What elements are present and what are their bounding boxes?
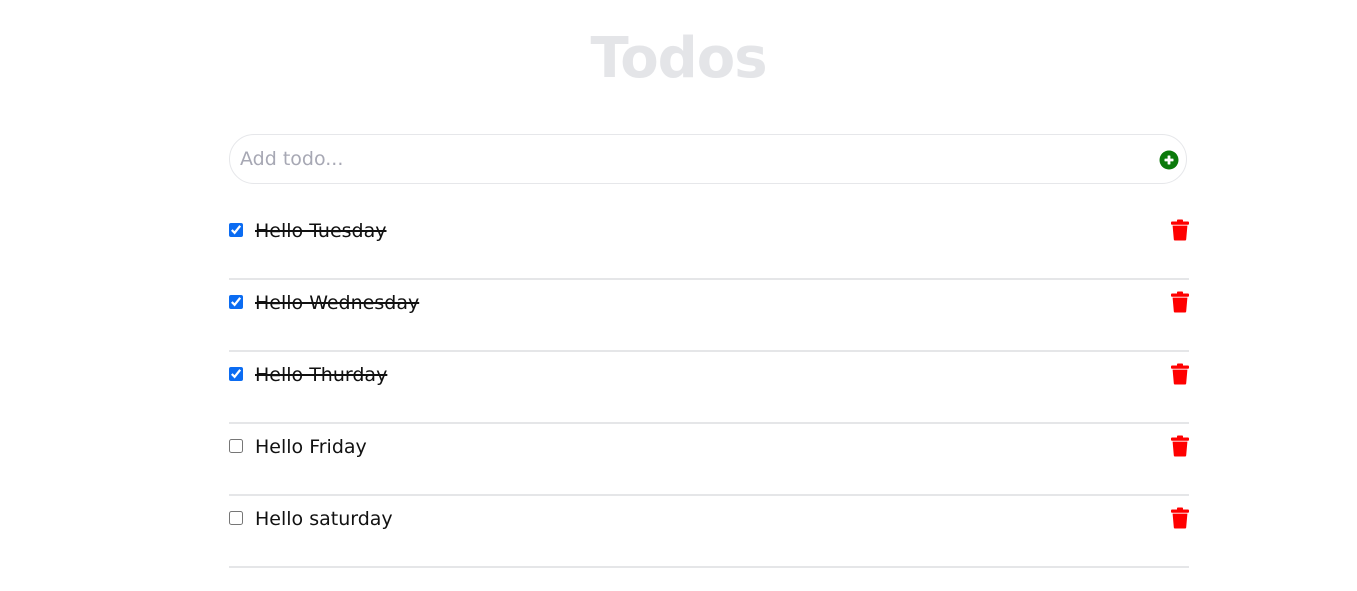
todo-checkbox[interactable] (229, 511, 243, 525)
delete-todo-button[interactable] (1171, 507, 1189, 529)
trash-icon (1171, 363, 1189, 385)
todo-text: Hello Tuesday (255, 220, 387, 242)
todo-text: Hello saturday (255, 508, 393, 530)
add-todo-button[interactable] (1159, 150, 1179, 170)
todo-item: Hello Tuesday (229, 208, 1189, 280)
trash-icon (1171, 435, 1189, 457)
todo-text: Hello Thurday (255, 364, 388, 386)
delete-todo-button[interactable] (1171, 435, 1189, 457)
todo-checkbox[interactable] (229, 439, 243, 453)
todo-checkbox[interactable] (229, 223, 243, 237)
todo-item: Hello Friday (229, 424, 1189, 496)
add-todo-form (229, 134, 1187, 184)
plus-circle-icon (1159, 150, 1179, 170)
trash-icon (1171, 291, 1189, 313)
delete-todo-button[interactable] (1171, 219, 1189, 241)
todo-checkbox[interactable] (229, 367, 243, 381)
add-todo-input[interactable] (240, 135, 1140, 183)
todo-item: Hello Wednesday (229, 280, 1189, 352)
page-title: Todos (590, 26, 767, 91)
todo-app: Todos Hello Tuesday Hello W (0, 0, 1357, 591)
todo-item: Hello Thurday (229, 352, 1189, 424)
trash-icon (1171, 219, 1189, 241)
todo-text: Hello Friday (255, 436, 367, 458)
todo-item: Hello saturday (229, 496, 1189, 568)
delete-todo-button[interactable] (1171, 291, 1189, 313)
delete-todo-button[interactable] (1171, 363, 1189, 385)
todo-list: Hello Tuesday Hello Wednesday Hello Thur… (229, 208, 1189, 568)
todo-text: Hello Wednesday (255, 292, 420, 314)
trash-icon (1171, 507, 1189, 529)
todo-checkbox[interactable] (229, 295, 243, 309)
